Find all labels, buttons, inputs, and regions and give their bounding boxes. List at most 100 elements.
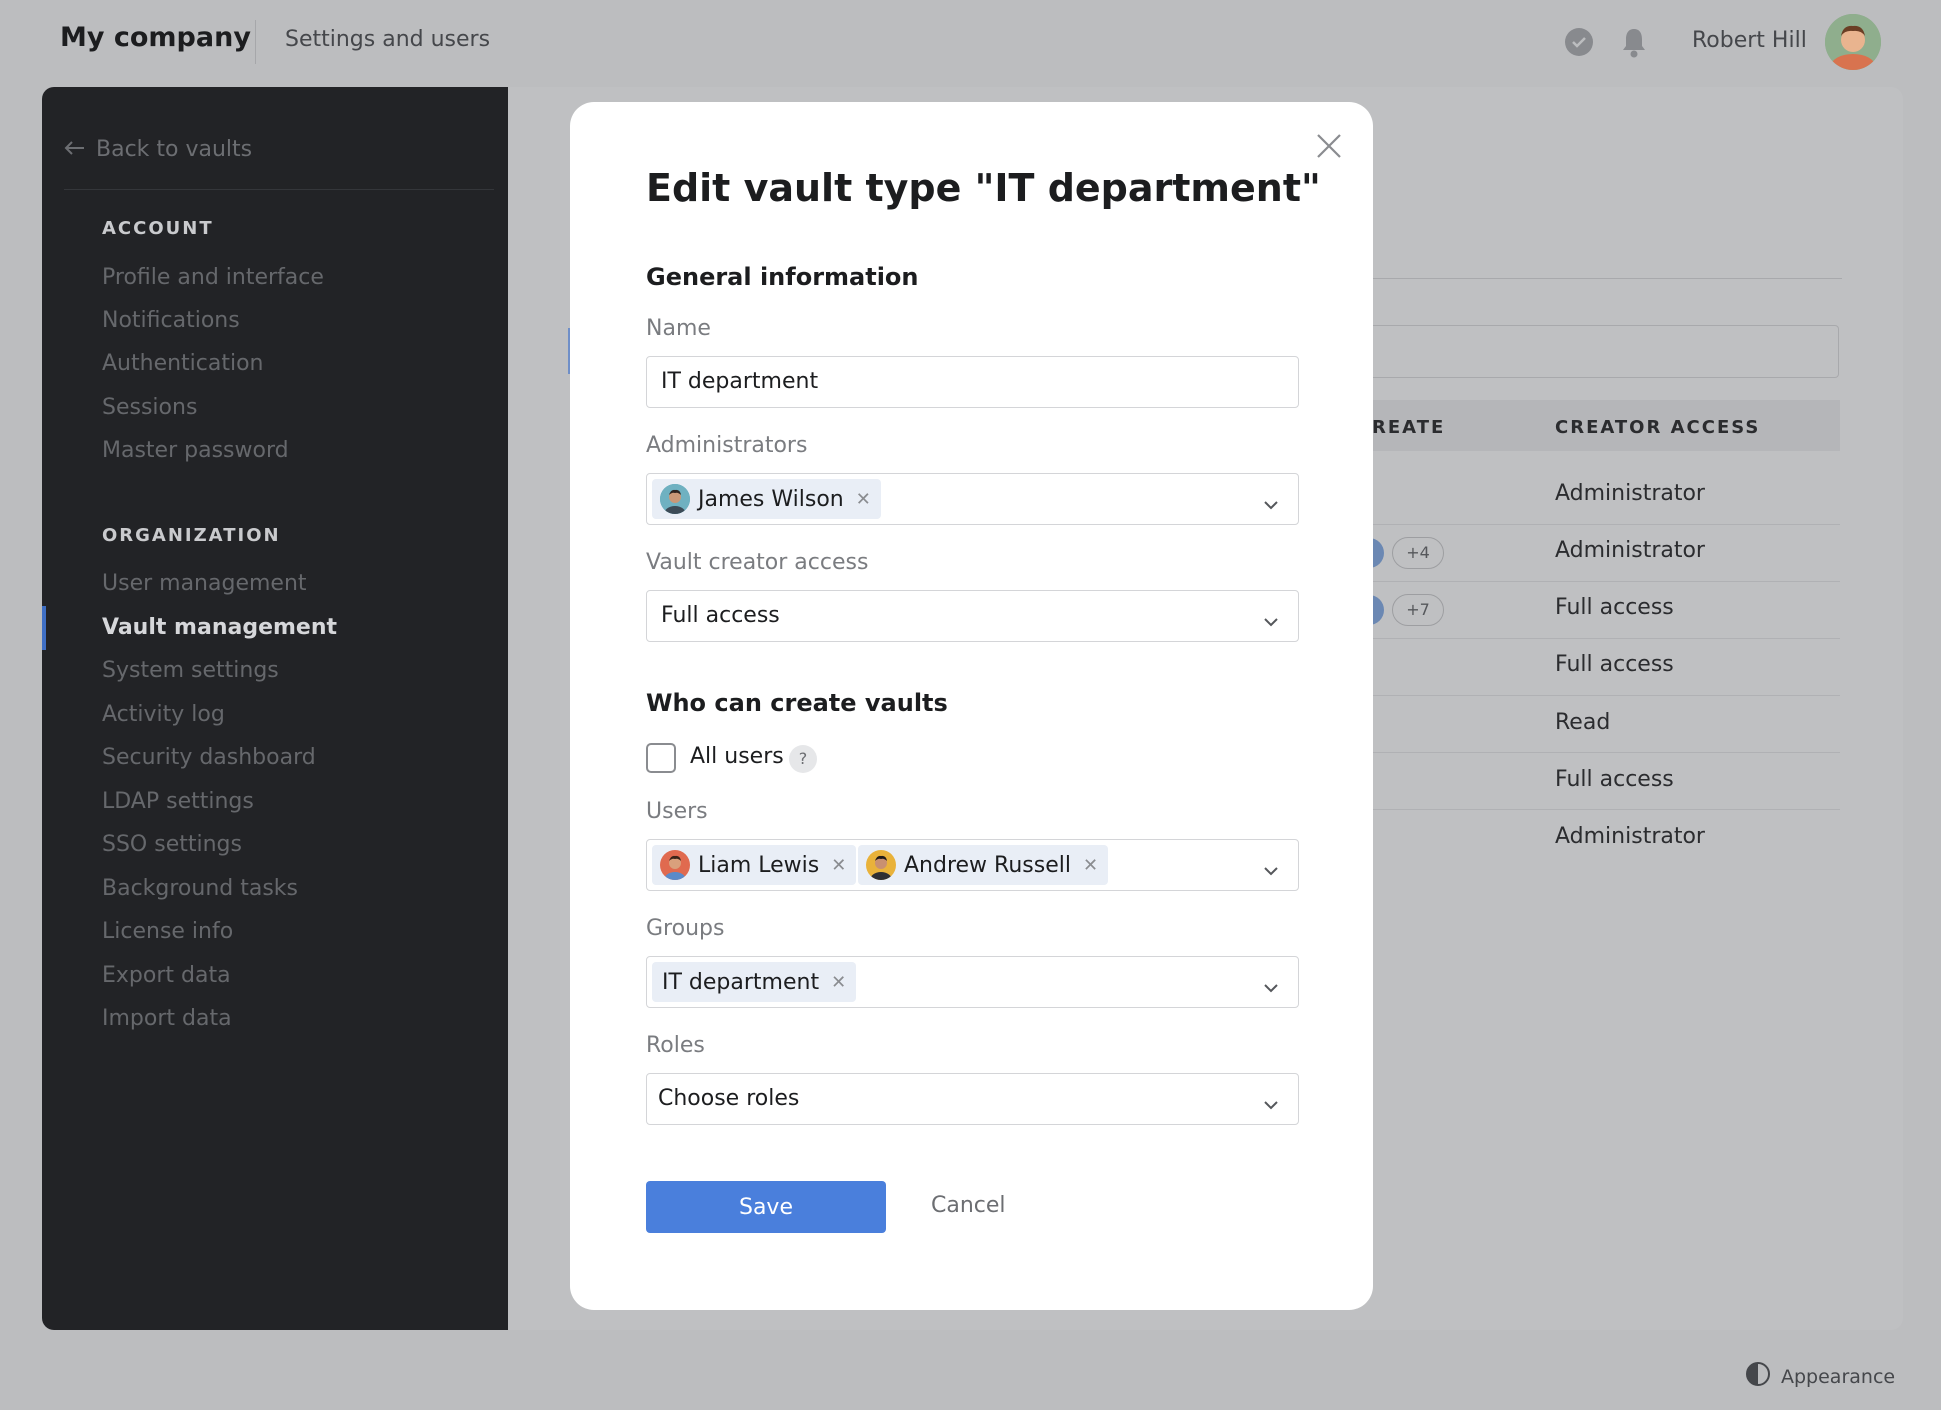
table-row-creator-access: Full access	[1555, 652, 1674, 677]
remove-chip-icon[interactable]: ✕	[856, 489, 871, 510]
users-label: Users	[646, 799, 708, 824]
sidebar-item-profile[interactable]: Profile and interface	[102, 265, 324, 290]
company-brand[interactable]: My company	[60, 22, 251, 53]
sidebar-item-sso-settings[interactable]: SSO settings	[102, 832, 242, 857]
table-row-creator-access: Administrator	[1555, 481, 1705, 506]
user-name[interactable]: Robert Hill	[1692, 28, 1807, 53]
back-arrow-icon	[64, 137, 86, 162]
groups-label: Groups	[646, 916, 725, 941]
row-divider	[1372, 524, 1840, 525]
user-chip: Andrew Russell ✕	[858, 845, 1109, 885]
active-item-indicator	[42, 606, 46, 650]
chip-label: James Wilson	[698, 486, 844, 512]
help-icon[interactable]: ?	[789, 745, 817, 773]
avatar	[660, 850, 690, 880]
sidebar-item-master-password[interactable]: Master password	[102, 438, 289, 463]
top-bar: My company Settings and users Robert Hil…	[0, 0, 1941, 84]
who-can-create-heading: Who can create vaults	[646, 689, 948, 717]
modal-title: Edit vault type "IT department"	[646, 166, 1321, 210]
table-row-creator-access: Administrator	[1555, 538, 1705, 563]
table-row-creator-access: Full access	[1555, 595, 1674, 620]
back-to-vaults-link[interactable]: Back to vaults	[64, 137, 252, 162]
all-users-checkbox[interactable]	[646, 743, 676, 773]
sidebar-item-license-info[interactable]: License info	[102, 919, 233, 944]
row-divider	[1372, 581, 1840, 582]
sidebar-item-background-tasks[interactable]: Background tasks	[102, 876, 298, 901]
account-heading: ACCOUNT	[102, 218, 214, 239]
vault-creator-access-label: Vault creator access	[646, 550, 869, 575]
contrast-icon	[1745, 1361, 1771, 1392]
user-avatar[interactable]	[1825, 14, 1881, 70]
sidebar-item-security-dashboard[interactable]: Security dashboard	[102, 745, 316, 770]
vault-types-table-header: REATE CREATOR ACCESS	[1372, 400, 1840, 451]
chip-label: Andrew Russell	[904, 852, 1071, 878]
administrator-chip: James Wilson ✕	[652, 479, 881, 519]
organization-heading: ORGANIZATION	[102, 525, 281, 546]
roles-select[interactable]: Choose roles	[646, 1073, 1299, 1125]
appearance-label: Appearance	[1781, 1365, 1896, 1388]
row-divider	[1372, 695, 1840, 696]
sidebar-item-activity-log[interactable]: Activity log	[102, 702, 225, 727]
groups-select[interactable]: IT department ✕	[646, 956, 1299, 1008]
row-divider	[1372, 638, 1840, 639]
sidebar-item-vault-management[interactable]: Vault management	[102, 615, 337, 640]
more-users-badge[interactable]: +7	[1392, 594, 1444, 626]
chip-label: Liam Lewis	[698, 852, 820, 878]
name-label: Name	[646, 316, 711, 341]
bell-icon[interactable]	[1620, 26, 1648, 62]
remove-chip-icon[interactable]: ✕	[831, 972, 846, 993]
administrators-label: Administrators	[646, 433, 808, 458]
table-row-creator-access: Read	[1555, 710, 1611, 735]
sidebar-item-sessions[interactable]: Sessions	[102, 395, 197, 420]
sidebar-item-user-management[interactable]: User management	[102, 571, 307, 596]
sidebar-item-ldap-settings[interactable]: LDAP settings	[102, 789, 254, 814]
administrators-select[interactable]: James Wilson ✕	[646, 473, 1299, 525]
topbar-divider	[255, 20, 256, 64]
chip-label: IT department	[662, 969, 820, 995]
sidebar-item-system-settings[interactable]: System settings	[102, 658, 279, 683]
vault-creator-access-value: Full access	[661, 603, 780, 628]
check-circle-icon[interactable]	[1565, 28, 1593, 56]
name-input[interactable]: IT department	[646, 356, 1299, 408]
sidebar-item-export-data[interactable]: Export data	[102, 963, 231, 988]
chevron-down-icon[interactable]	[1264, 495, 1278, 514]
close-icon[interactable]	[1315, 132, 1343, 164]
back-to-vaults-label: Back to vaults	[96, 137, 253, 162]
sidebar-item-notifications[interactable]: Notifications	[102, 308, 240, 333]
roles-placeholder: Choose roles	[658, 1086, 800, 1111]
edit-vault-type-modal: Edit vault type "IT department" General …	[570, 102, 1373, 1310]
settings-sidebar: Back to vaults ACCOUNT Profile and inter…	[42, 87, 508, 1330]
table-row-creator-access: Administrator	[1555, 824, 1705, 849]
users-select[interactable]: Liam Lewis ✕ Andrew Russell ✕	[646, 839, 1299, 891]
vault-types-search-input[interactable]	[1372, 325, 1839, 378]
chevron-down-icon[interactable]	[1264, 1095, 1278, 1114]
name-input-value: IT department	[661, 369, 819, 394]
more-users-badge[interactable]: +4	[1392, 537, 1444, 569]
avatar	[866, 850, 896, 880]
sidebar-item-authentication[interactable]: Authentication	[102, 351, 264, 376]
avatar	[660, 484, 690, 514]
general-information-heading: General information	[646, 263, 919, 291]
all-users-label[interactable]: All users	[690, 744, 784, 769]
chevron-down-icon[interactable]	[1264, 978, 1278, 997]
roles-label: Roles	[646, 1033, 705, 1058]
cancel-button[interactable]: Cancel	[931, 1193, 1006, 1218]
breadcrumb[interactable]: Settings and users	[285, 27, 490, 52]
sidebar-divider	[64, 189, 494, 190]
sidebar-item-import-data[interactable]: Import data	[102, 1006, 232, 1031]
vault-creator-access-select[interactable]: Full access	[646, 590, 1299, 642]
user-chip: Liam Lewis ✕	[652, 845, 857, 885]
table-row-creator-access: Full access	[1555, 767, 1674, 792]
remove-chip-icon[interactable]: ✕	[1083, 855, 1098, 876]
column-header-create: REATE	[1372, 417, 1446, 438]
appearance-toggle[interactable]: Appearance	[1745, 1361, 1895, 1392]
row-divider	[1372, 809, 1840, 810]
remove-chip-icon[interactable]: ✕	[831, 855, 846, 876]
column-header-creator-access: CREATOR ACCESS	[1555, 417, 1761, 438]
save-button[interactable]: Save	[646, 1181, 886, 1233]
chevron-down-icon[interactable]	[1264, 612, 1278, 631]
group-chip: IT department ✕	[652, 962, 857, 1002]
chevron-down-icon[interactable]	[1264, 861, 1278, 880]
main-tabs-divider	[1372, 278, 1842, 279]
row-divider	[1372, 752, 1840, 753]
